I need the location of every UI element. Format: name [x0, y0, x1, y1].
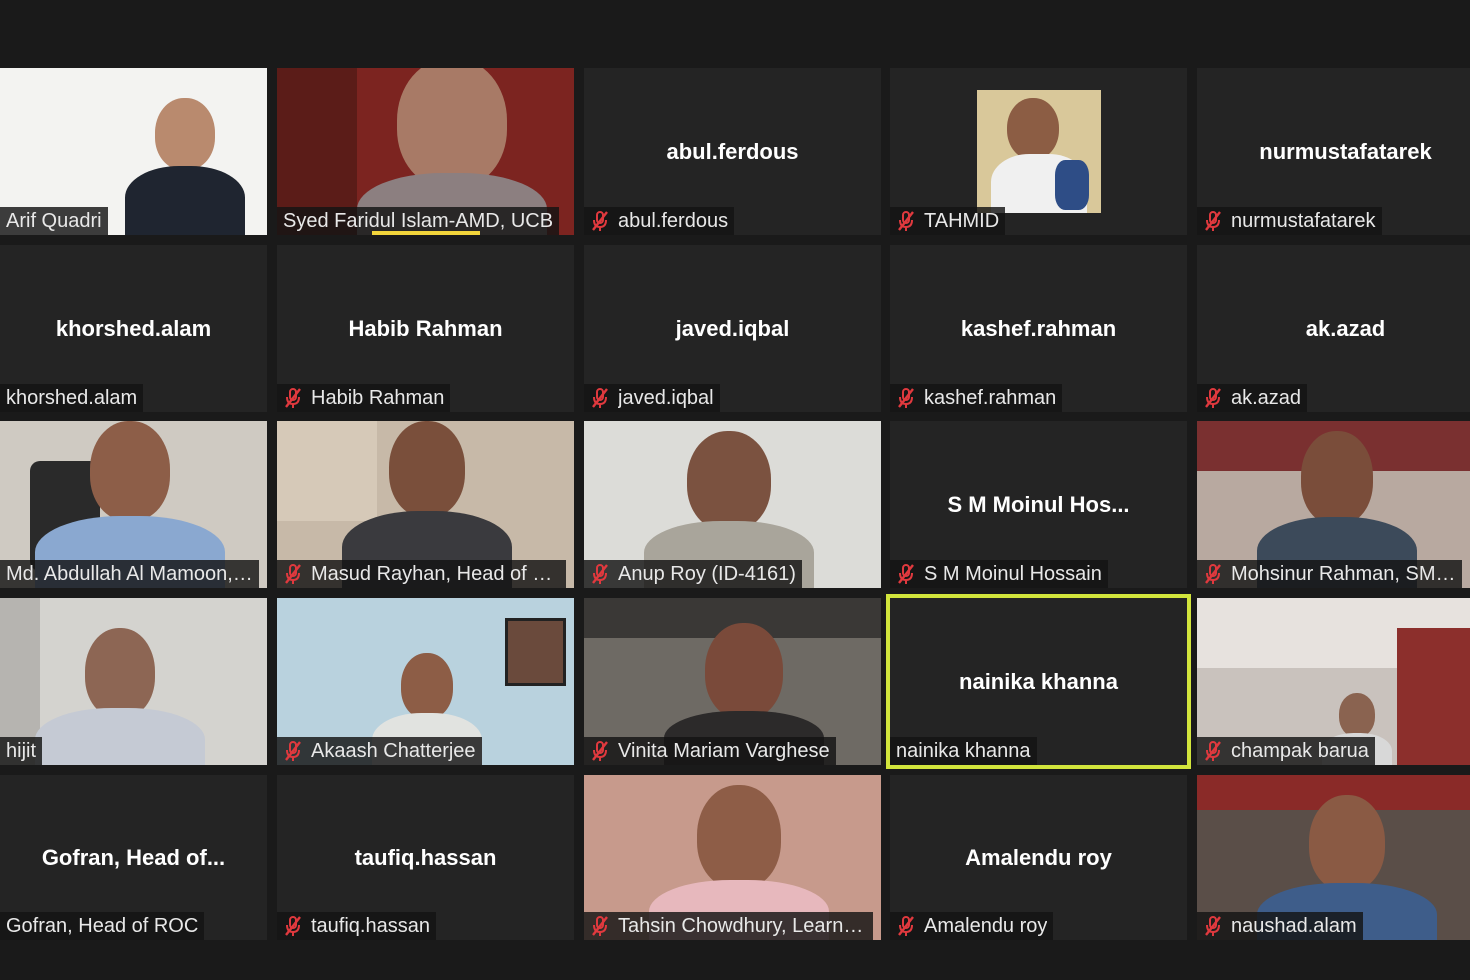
participant-tile-mohsinur-rahman[interactable]: Mohsinur Rahman, SME Ba: [1197, 421, 1470, 588]
participant-name-label: champak barua: [1197, 737, 1375, 765]
participant-tile-taufiq-hassan[interactable]: taufiq.hassan taufiq.hassan: [277, 775, 574, 940]
participant-name-label: TAHMID: [890, 207, 1006, 235]
participant-tile-akaash-chatterjee[interactable]: Akaash Chatterjee: [277, 598, 574, 765]
participant-tile-md-abdullah-al-mamoon[interactable]: Md. Abdullah Al Mamoon, ...: [0, 421, 267, 588]
muted-mic-icon: [1205, 388, 1221, 408]
participant-name-label: Amalendu roy: [890, 912, 1054, 940]
participant-tile-masud-rayhan[interactable]: Masud Rayhan, Head of LDC: [277, 421, 574, 588]
participant-name-label: Anup Roy (ID-4161): [584, 560, 802, 588]
participant-name-label: nainika khanna: [890, 737, 1037, 765]
participant-tile-javed-iqbal[interactable]: javed.iqbal javed.iqbal: [584, 245, 881, 412]
participant-tile-abul-ferdous[interactable]: abul.ferdous abul.ferdous: [584, 68, 881, 235]
participant-name-label: Arif Quadri: [0, 207, 108, 235]
participant-name-label: naushad.alam: [1197, 912, 1363, 940]
participant-tile-hijit[interactable]: hijit: [0, 598, 267, 765]
participant-tile-anup-roy[interactable]: Anup Roy (ID-4161): [584, 421, 881, 588]
muted-mic-icon: [1205, 741, 1221, 761]
muted-mic-icon: [285, 564, 301, 584]
profile-photo: [977, 90, 1101, 213]
participant-display-name: nurmustafatarek: [1259, 138, 1432, 164]
participant-tile-kashef-rahman[interactable]: kashef.rahman kashef.rahman: [890, 245, 1187, 412]
participant-name-label: Masud Rayhan, Head of LDC: [277, 560, 566, 588]
participant-name-label: S M Moinul Hossain: [890, 560, 1108, 588]
participant-display-name: Amalendu roy: [965, 844, 1112, 870]
participant-display-name: javed.iqbal: [675, 315, 790, 341]
muted-mic-icon: [592, 388, 608, 408]
participant-name-label: Gofran, Head of ROC: [0, 912, 205, 940]
participant-tile-arif-quadri[interactable]: Arif Quadri: [0, 68, 267, 235]
participant-display-name: nainika khanna: [959, 668, 1118, 694]
muted-mic-icon: [592, 211, 608, 231]
participant-display-name: kashef.rahman: [960, 315, 1117, 341]
participant-name-label: javed.iqbal: [584, 384, 720, 412]
participant-name-label: Md. Abdullah Al Mamoon, ...: [0, 560, 259, 588]
participant-name-label: Habib Rahman: [277, 384, 451, 412]
participant-tile-ak-azad[interactable]: ak.azad ak.azad: [1197, 245, 1470, 412]
participant-tile-syed-faridul-islam[interactable]: Syed Faridul Islam-AMD, UCB: [277, 68, 574, 235]
participant-tile-habib-rahman[interactable]: Habib Rahman Habib Rahman: [277, 245, 574, 412]
participant-tile-tahsin-chowdhury[interactable]: Tahsin Chowdhury, Learnin...: [584, 775, 881, 940]
participant-tile-vinita-mariam-varghese[interactable]: Vinita Mariam Varghese: [584, 598, 881, 765]
participant-name-label: taufiq.hassan: [277, 912, 436, 940]
participant-display-name: ak.azad: [1305, 315, 1386, 341]
speaking-indicator: [372, 231, 480, 235]
muted-mic-icon: [898, 564, 914, 584]
participant-tile-champak-barua[interactable]: champak barua: [1197, 598, 1470, 765]
participant-name-label: khorshed.alam: [0, 384, 144, 412]
participant-display-name: khorshed.alam: [55, 315, 212, 341]
participant-display-name: Gofran, Head of...: [41, 844, 226, 870]
bottom-bar: [0, 944, 1470, 980]
participant-name-label: nurmustafatarek: [1197, 207, 1382, 235]
participant-tile-tahmid[interactable]: TAHMID: [890, 68, 1187, 235]
participant-display-name: taufiq.hassan: [354, 844, 497, 870]
participant-name-label: ak.azad: [1197, 384, 1308, 412]
participant-display-name: abul.ferdous: [666, 138, 799, 164]
participant-name-label: Tahsin Chowdhury, Learnin...: [584, 912, 873, 940]
participant-name-label: hijit: [0, 737, 43, 765]
muted-mic-icon: [1205, 211, 1221, 231]
muted-mic-icon: [285, 916, 301, 936]
participant-name-label: kashef.rahman: [890, 384, 1063, 412]
participant-display-name: Habib Rahman: [348, 315, 503, 341]
participant-name-label: Akaash Chatterjee: [277, 737, 482, 765]
participant-name-label: Mohsinur Rahman, SME Ba: [1197, 560, 1462, 588]
top-bar: [0, 0, 1470, 66]
muted-mic-icon: [285, 741, 301, 761]
muted-mic-icon: [898, 211, 914, 231]
muted-mic-icon: [898, 916, 914, 936]
participant-tile-naushad-alam[interactable]: naushad.alam: [1197, 775, 1470, 940]
muted-mic-icon: [1205, 916, 1221, 936]
participant-tile-s-m-moinul-hossain[interactable]: S M Moinul Hos... S M Moinul Hossain: [890, 421, 1187, 588]
muted-mic-icon: [592, 741, 608, 761]
participant-display-name: S M Moinul Hos...: [947, 491, 1130, 517]
muted-mic-icon: [592, 564, 608, 584]
participant-name-label: abul.ferdous: [584, 207, 735, 235]
participant-tile-nurmustafatarek[interactable]: nurmustafatarek nurmustafatarek: [1197, 68, 1470, 235]
participant-name-label: Vinita Mariam Varghese: [584, 737, 836, 765]
participant-tile-gofran[interactable]: Gofran, Head of... Gofran, Head of ROC: [0, 775, 267, 940]
muted-mic-icon: [285, 388, 301, 408]
participant-tile-nainika-khanna[interactable]: nainika khanna nainika khanna: [886, 594, 1191, 769]
participant-tile-khorshed-alam[interactable]: khorshed.alam khorshed.alam: [0, 245, 267, 412]
muted-mic-icon: [898, 388, 914, 408]
participant-tile-amalendu-roy[interactable]: Amalendu roy Amalendu roy: [890, 775, 1187, 940]
muted-mic-icon: [592, 916, 608, 936]
muted-mic-icon: [1205, 564, 1221, 584]
